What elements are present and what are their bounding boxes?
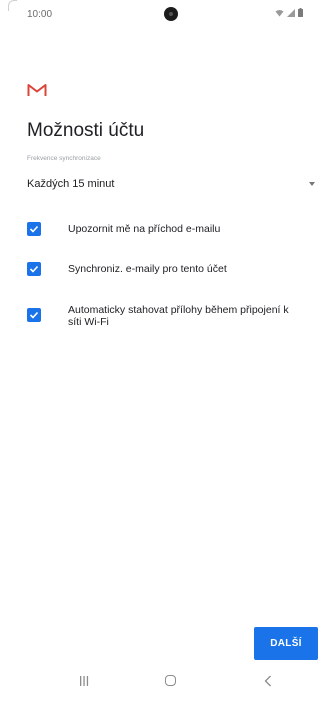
gmail-logo-icon (27, 84, 47, 96)
recent-apps-icon[interactable] (78, 675, 90, 687)
battery-icon (298, 8, 303, 17)
navigation-bar (0, 662, 331, 702)
checkmark-icon (29, 225, 39, 233)
dropdown-arrow-icon (309, 182, 315, 186)
status-time: 10:00 (27, 9, 53, 20)
checkmark-icon (29, 311, 39, 319)
option-label: Automaticky stahovat přílohy během připo… (68, 304, 289, 328)
option-sync-email[interactable]: Synchroniz. e-maily pro tento účet (27, 262, 317, 278)
checkmark-icon (29, 265, 39, 273)
option-notify-new-mail[interactable]: Upozornit mě na příchod e-mailu (27, 222, 317, 238)
sync-frequency-label: Frekvence synchronizace (27, 155, 101, 162)
option-label: Upozornit mě na příchod e-mailu (68, 223, 221, 235)
back-icon[interactable] (263, 674, 273, 688)
sync-frequency-dropdown[interactable]: Každých 15 minut (27, 172, 317, 194)
next-button[interactable]: DALŠÍ (254, 627, 318, 660)
checkbox-auto-download[interactable] (27, 308, 41, 322)
option-auto-download-attachments[interactable]: Automaticky stahovat přílohy během připo… (27, 304, 317, 332)
signal-icon (287, 9, 295, 17)
option-label: Synchroniz. e-maily pro tento účet (68, 263, 227, 275)
front-camera (164, 7, 178, 21)
checkbox-sync[interactable] (27, 262, 41, 276)
home-icon[interactable] (165, 675, 176, 686)
checkbox-notify[interactable] (27, 222, 41, 236)
sync-frequency-value: Každých 15 minut (27, 178, 115, 190)
wifi-icon (275, 10, 284, 17)
status-bar: 10:00 (0, 0, 331, 40)
page-title: Možnosti účtu (27, 120, 145, 141)
status-icons (275, 8, 303, 17)
